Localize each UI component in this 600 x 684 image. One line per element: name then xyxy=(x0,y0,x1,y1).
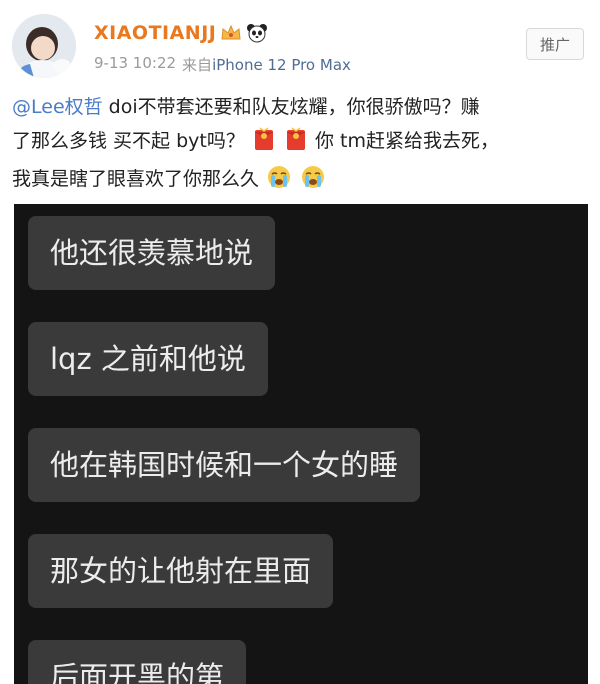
avatar[interactable] xyxy=(12,14,76,78)
crying-face-icon xyxy=(267,165,291,200)
chat-message: lqz 之前和他说 xyxy=(28,322,268,396)
red-envelope-icon xyxy=(253,127,275,162)
crying-face-icon xyxy=(301,165,325,200)
source-prefix: 来自 xyxy=(182,56,213,74)
crown-icon xyxy=(220,23,242,43)
timestamp: 9-13 10:22 xyxy=(94,54,177,72)
chat-message: 他还很羡慕地说 xyxy=(28,216,276,290)
weibo-post: XIAOTIANJJ 9-13 10:22 来自iPhone 12 Pro Ma… xyxy=(0,0,600,684)
chat-message: 那女的让他射在里面 xyxy=(28,534,334,608)
promote-button[interactable]: 推广 xyxy=(526,28,584,60)
chat-message: 后面开黑的第 xyxy=(28,640,247,684)
post-text-line2a: 了那么多钱 买不起 byt吗？ xyxy=(12,130,245,152)
post-meta: 9-13 10:22 来自iPhone 12 Pro Max xyxy=(94,54,351,75)
chat-screenshot: 他还很羡慕地说 lqz 之前和他说 他在韩国时候和一个女的睡 那女的让他射在里面… xyxy=(14,204,588,684)
post-text-line2b: 你 tm赶紧给我去死， xyxy=(314,130,499,152)
chat-message: 他在韩国时候和一个女的睡 xyxy=(28,428,421,502)
panda-icon xyxy=(246,23,268,43)
device-name[interactable]: iPhone 12 Pro Max xyxy=(212,56,351,74)
username[interactable]: XIAOTIANJJ xyxy=(94,22,216,44)
post-text: @Lee权哲 doi不带套还要和队友炫耀，你很骄傲吗？赚 了那么多钱 买不起 b… xyxy=(12,90,592,200)
mention-link[interactable]: @Lee权哲 xyxy=(12,96,103,118)
red-envelope-icon xyxy=(285,127,307,162)
post-text-line3: 我真是瞎了眼喜欢了你那么久 xyxy=(12,168,260,190)
post-text-line1: doi不带套还要和队友炫耀，你很骄傲吗？赚 xyxy=(102,96,480,118)
username-row: XIAOTIANJJ xyxy=(94,22,268,44)
